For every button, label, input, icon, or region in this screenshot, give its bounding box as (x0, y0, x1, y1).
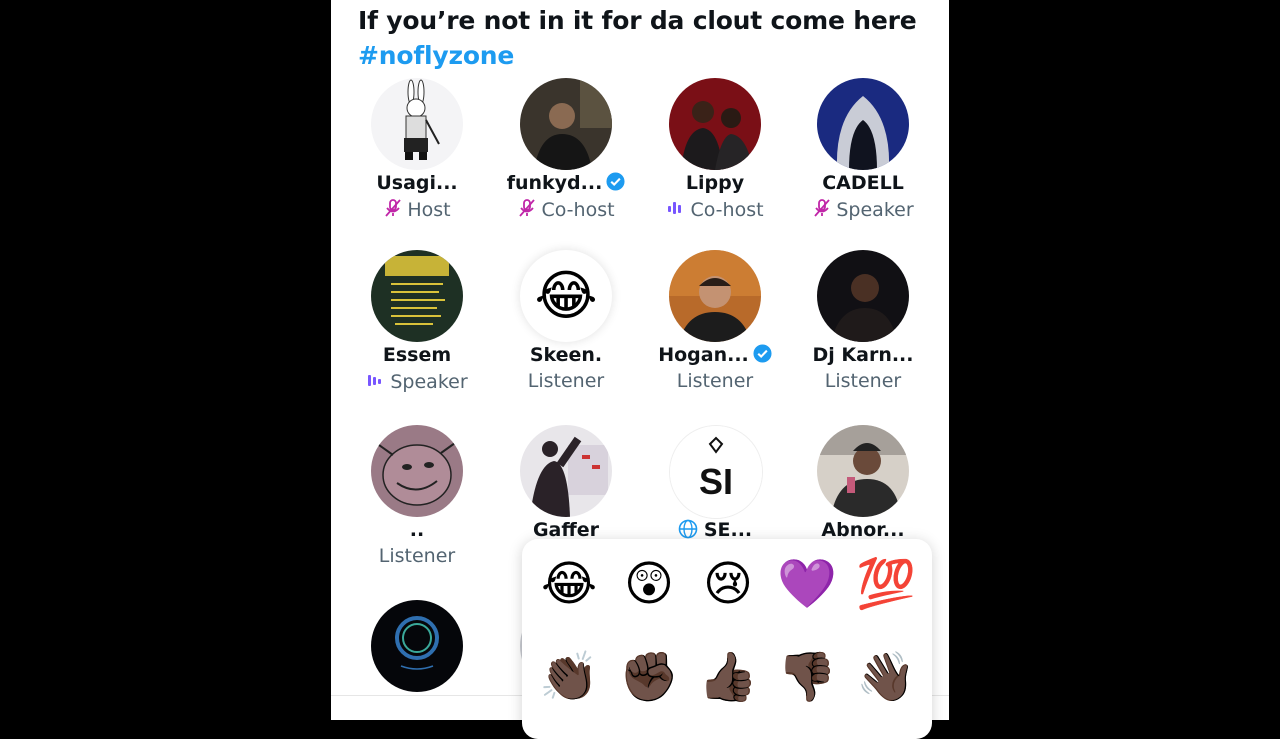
reactions-panel: 😂 😲 😢 💜 💯 👏🏿 ✊🏿 👍🏿 👎🏿 👋🏿 (522, 539, 932, 739)
participant-hogan[interactable]: Hogan... Listener (641, 250, 789, 420)
role-label: Speaker (390, 371, 468, 393)
reaction-crying[interactable]: 😢 (695, 554, 761, 614)
participant-djkarn[interactable]: Dj Karn... Listener (789, 250, 937, 420)
participant-name: Essem (382, 344, 452, 366)
participant-role: Listener (527, 370, 605, 392)
avatar (371, 250, 463, 342)
reaction-thumbs-up[interactable]: 👍🏿 (695, 647, 761, 707)
si-logo-text: SI (699, 461, 733, 502)
participant-name-text: SE... (703, 519, 753, 541)
avatar (371, 78, 463, 170)
participant-name: .. (409, 519, 425, 541)
participant-name: funkyd... (492, 172, 640, 194)
verified-badge-icon (606, 172, 625, 191)
participant-name: Lippy (685, 172, 745, 194)
reaction-clapping-hands[interactable]: 👏🏿 (536, 647, 602, 707)
participant-funkyd[interactable]: funkyd... Co-host (492, 78, 640, 248)
speaking-bars-icon (366, 370, 386, 395)
participant-name: Skeen. (529, 344, 603, 366)
mic-off-icon (383, 198, 403, 223)
participant-name: Abnor... (821, 519, 905, 541)
participant-name: Usagi... (376, 172, 458, 194)
role-label: Co-host (541, 199, 615, 221)
verified-badge-icon (753, 344, 772, 363)
participant-role: Listener (378, 545, 456, 567)
participant-skeen[interactable]: 😂 Skeen. Listener (492, 250, 640, 420)
role-label: Co-host (690, 199, 764, 221)
participant-role: Host (343, 198, 491, 223)
hashtag-link[interactable]: #noflyzone (358, 41, 514, 70)
participant-ring-logo[interactable] (343, 600, 491, 720)
avatar (669, 250, 761, 342)
participant-lippy[interactable]: Lippy Co-host (641, 78, 789, 248)
speaking-bars-icon (666, 198, 686, 223)
avatar (817, 250, 909, 342)
space-title: If you’re not in it for da clout come he… (358, 3, 918, 73)
avatar (371, 600, 463, 692)
reaction-tears-of-joy[interactable]: 😂 (536, 554, 602, 614)
avatar (817, 425, 909, 517)
participant-role: Listener (824, 370, 902, 392)
mic-off-icon (812, 198, 832, 223)
avatar (520, 78, 612, 170)
role-label: Host (407, 199, 451, 221)
participant-name: Gaffer (532, 519, 600, 541)
mic-off-icon (517, 198, 537, 223)
participant-role: Speaker (343, 370, 491, 395)
space-title-text: If you’re not in it for da clout come he… (358, 6, 917, 35)
avatar: 😂 (520, 250, 612, 342)
tears-of-joy-emoji-icon: 😂 (534, 264, 598, 327)
participant-cadell[interactable]: CADELL Speaker (789, 78, 937, 248)
participant-dots[interactable]: .. Listener (343, 425, 491, 595)
participant-name-text: Hogan... (658, 344, 749, 366)
participant-essem[interactable]: Essem Speaker (343, 250, 491, 420)
avatar (669, 78, 761, 170)
avatar: SI (669, 425, 763, 519)
role-label: Speaker (836, 199, 914, 221)
participant-name-text: funkyd... (506, 172, 603, 194)
avatar (817, 78, 909, 170)
reaction-waving-hand[interactable]: 👋🏿 (853, 647, 919, 707)
avatar (520, 425, 612, 517)
participant-name: Hogan... (641, 344, 789, 366)
participant-role: Co-host (641, 198, 789, 223)
avatar (371, 425, 463, 517)
participant-name: CADELL (822, 172, 904, 194)
reaction-astonished[interactable]: 😲 (616, 554, 682, 614)
participant-role: Speaker (789, 198, 937, 223)
reaction-hundred-points[interactable]: 💯 (853, 554, 919, 614)
reaction-raised-fist[interactable]: ✊🏿 (616, 647, 682, 707)
participant-role: Co-host (492, 198, 640, 223)
reaction-purple-heart[interactable]: 💜 (774, 554, 840, 614)
reaction-thumbs-down[interactable]: 👎🏿 (774, 647, 840, 707)
participant-usagi[interactable]: Usagi... Host (343, 78, 491, 248)
participant-role: Listener (676, 370, 754, 392)
participant-name: Dj Karn... (812, 344, 914, 366)
